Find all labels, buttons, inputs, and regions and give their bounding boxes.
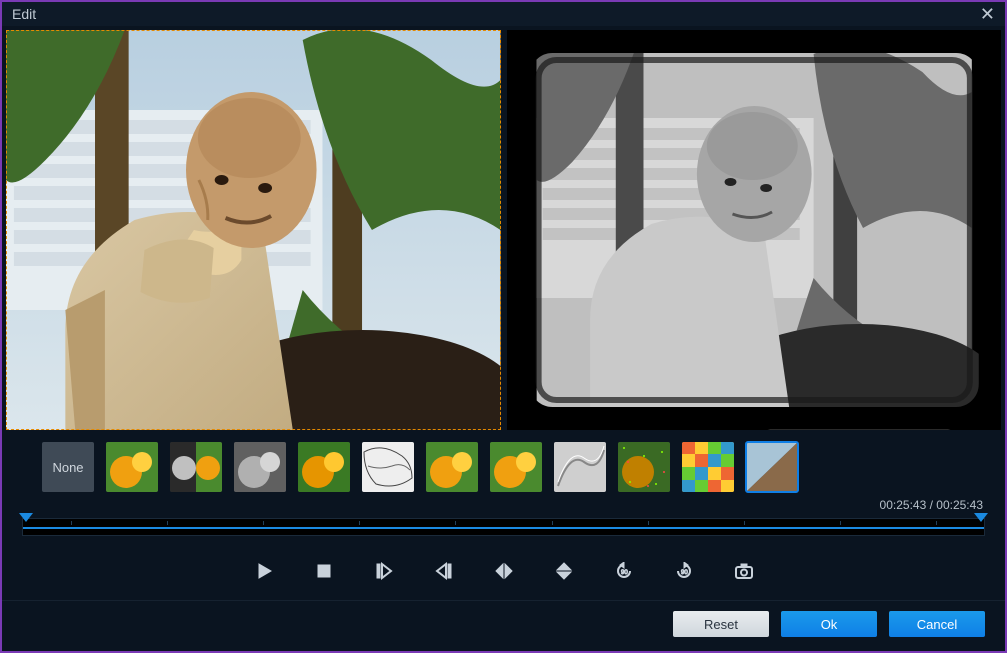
svg-text:90: 90: [681, 570, 688, 576]
snapshot-icon[interactable]: [733, 560, 755, 582]
effect-color-1[interactable]: [106, 442, 158, 492]
effect-emboss[interactable]: [554, 442, 606, 492]
rotate-ccw-icon[interactable]: 90: [613, 560, 635, 582]
effect-sketch[interactable]: [362, 442, 414, 492]
preview-effect[interactable]: [507, 30, 1002, 430]
playback-controls: 90 90: [2, 542, 1005, 596]
preview-original[interactable]: [6, 30, 501, 430]
play-icon[interactable]: [253, 560, 275, 582]
timeline-area: 00:25:43 / 00:25:43: [2, 494, 1005, 542]
effect-bw-split[interactable]: [170, 442, 222, 492]
titlebar: Edit ✕: [2, 2, 1005, 26]
cancel-button[interactable]: Cancel: [889, 611, 985, 637]
rotate-cw-icon[interactable]: 90: [673, 560, 695, 582]
effect-noise[interactable]: [618, 442, 670, 492]
effect-color-3[interactable]: [426, 442, 478, 492]
mark-in-icon[interactable]: [373, 560, 395, 582]
effect-color-4[interactable]: [490, 442, 542, 492]
stop-icon[interactable]: [313, 560, 335, 582]
effect-grayscale[interactable]: [234, 442, 286, 492]
effect-none[interactable]: None: [42, 442, 94, 492]
effect-oldfilm[interactable]: [746, 442, 798, 492]
time-display: 00:25:43 / 00:25:43: [880, 498, 983, 512]
flip-vertical-icon[interactable]: [553, 560, 575, 582]
reset-button[interactable]: Reset: [673, 611, 769, 637]
ok-button[interactable]: Ok: [781, 611, 877, 637]
effect-color-2[interactable]: [298, 442, 350, 492]
effect-pixelate[interactable]: [682, 442, 734, 492]
close-icon[interactable]: ✕: [980, 4, 995, 25]
preview-area: [2, 26, 1005, 432]
mark-out-icon[interactable]: [433, 560, 455, 582]
flip-horizontal-icon[interactable]: [493, 560, 515, 582]
footer: Reset Ok Cancel: [2, 600, 1005, 651]
window-title: Edit: [12, 6, 36, 22]
svg-text:90: 90: [621, 570, 628, 576]
timeline-track[interactable]: [22, 518, 985, 536]
effects-strip: None: [2, 432, 1005, 494]
